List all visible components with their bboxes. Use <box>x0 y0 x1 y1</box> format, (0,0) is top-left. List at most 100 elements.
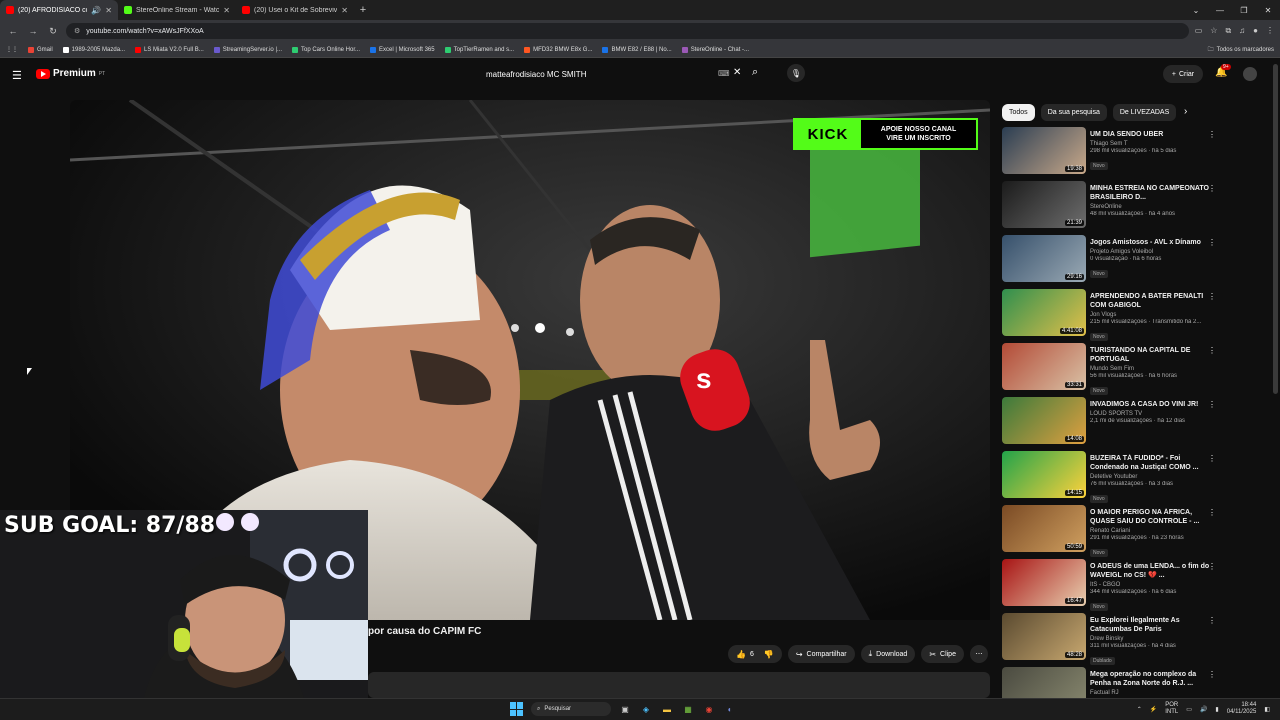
media-icon[interactable]: ♫ <box>1239 26 1245 36</box>
search-input[interactable]: matteafrodisiaco MC SMITH <box>478 64 748 84</box>
share-button[interactable]: ↪ Compartilhar <box>787 645 855 663</box>
clip-button[interactable]: ✂ Clipe <box>921 645 964 663</box>
browser-menu-icon[interactable]: ⋮ <box>1266 26 1274 36</box>
bookmark-item[interactable]: MFD32 BMW E8x G... <box>524 46 592 53</box>
task-view-icon[interactable]: ▣ <box>618 702 632 716</box>
video-thumbnail[interactable]: 16:47 <box>1002 559 1086 606</box>
video-menu-icon[interactable]: ⋮ <box>1208 400 1216 409</box>
chip-all[interactable]: Todos <box>1002 103 1035 121</box>
create-button[interactable]: + Criar <box>1163 65 1203 83</box>
video-menu-icon[interactable]: ⋮ <box>1208 238 1216 247</box>
tray-chevron-icon[interactable]: ⌃ <box>1137 706 1142 713</box>
cast-icon[interactable]: ▭ <box>1195 26 1203 36</box>
more-actions-icon[interactable]: ⋯ <box>969 645 988 663</box>
notification-center-icon[interactable]: ◧ <box>1264 706 1270 713</box>
close-tab-icon[interactable]: ✕ <box>341 6 348 15</box>
keyboard-icon[interactable]: ⌨ <box>718 69 730 78</box>
maximize-button[interactable]: ❐ <box>1232 0 1256 20</box>
chip-channel[interactable]: De LIVEZADAS <box>1112 103 1177 121</box>
recommended-video[interactable]: 29:16 Jogos Amistosos - AVL x Dínamo Proj… <box>1002 235 1216 289</box>
language-indicator[interactable]: POR INTL <box>1165 702 1178 716</box>
forward-icon[interactable]: → <box>26 24 40 38</box>
extensions-icon[interactable]: ⧉ <box>1225 26 1231 36</box>
taskbar-search[interactable]: ⌕ Pesquisar <box>531 702 611 716</box>
minimize-button[interactable]: — <box>1208 0 1232 20</box>
store-icon[interactable]: ▦ <box>681 702 695 716</box>
page-scrollbar[interactable] <box>1273 64 1278 394</box>
recommended-video[interactable]: 19:38 UM DIA SENDO UBER Thiago Sem T 298 m… <box>1002 127 1216 181</box>
apps-icon[interactable]: ⋮⋮ <box>6 46 18 53</box>
close-tab-icon[interactable]: ✕ <box>105 6 112 15</box>
file-explorer-icon[interactable]: ▬ <box>660 702 674 716</box>
hamburger-menu-icon[interactable]: ☰ <box>12 69 24 82</box>
like-dislike-button[interactable]: 👍 6 👎 <box>728 645 782 663</box>
recommended-video[interactable]: 14:08 INVADIMOS A CASA DO VINI JR! LOUD S… <box>1002 397 1216 451</box>
bookmark-star-icon[interactable]: ☆ <box>1210 26 1217 36</box>
recommended-video[interactable]: 14:15 BUZEIRA TÁ FUDIDO* - Foi Condenado… <box>1002 451 1216 505</box>
new-tab-button[interactable]: + <box>354 0 372 20</box>
bookmark-item[interactable]: LS Miata V2.0 Full B... <box>135 46 204 53</box>
video-thumbnail[interactable]: 4:41:08 <box>1002 289 1086 336</box>
windows-start-icon[interactable] <box>510 702 524 716</box>
search-icon[interactable]: ⌕ <box>752 66 758 79</box>
video-thumbnail[interactable]: 29:16 <box>1002 235 1086 282</box>
system-clock[interactable]: 18:44 04/11/2025 <box>1227 702 1257 716</box>
description-box[interactable] <box>368 672 990 698</box>
address-bar[interactable]: ⚙ youtube.com/watch?v=xAWsJFfXXoA <box>66 23 1189 39</box>
copilot-icon[interactable]: ◈ <box>639 702 653 716</box>
video-menu-icon[interactable]: ⋮ <box>1208 562 1216 571</box>
video-menu-icon[interactable]: ⋮ <box>1208 454 1216 463</box>
video-menu-icon[interactable]: ⋮ <box>1208 616 1216 625</box>
video-menu-icon[interactable]: ⋮ <box>1208 292 1216 301</box>
network-icon[interactable]: ▭ <box>1186 706 1192 713</box>
discord-icon[interactable]: ◐ <box>723 702 737 716</box>
profile-icon[interactable]: ● <box>1253 26 1258 36</box>
microphone-icon[interactable]: 🎙 <box>787 64 805 82</box>
chrome-icon[interactable]: ◉ <box>702 702 716 716</box>
video-thumbnail[interactable]: 33:31 <box>1002 343 1086 390</box>
bookmark-item[interactable]: Excel | Microsoft 365 <box>370 46 435 53</box>
recommended-video[interactable]: 48:28 Eu Explorei Ilegalmente As Catacum… <box>1002 613 1216 667</box>
bookmark-item[interactable]: BMW E82 / E88 | No... <box>602 46 672 53</box>
browser-tab[interactable]: (20) Usei o Kit de Sobrevivência ✕ <box>236 0 354 20</box>
bookmark-item[interactable]: 1989-2005 Mazda... <box>62 46 125 53</box>
recommended-video[interactable]: 21:39 MINHA ESTREIA NO CAMPEONATO BRASIL… <box>1002 181 1216 235</box>
video-thumbnail[interactable]: 50:59 <box>1002 505 1086 552</box>
video-menu-icon[interactable]: ⋮ <box>1208 130 1216 139</box>
bookmark-item[interactable]: StreamingServer.io |... <box>213 46 282 53</box>
download-button[interactable]: ⤓ Download <box>860 645 916 663</box>
video-thumbnail[interactable]: 21:39 <box>1002 181 1086 228</box>
speaker-icon[interactable]: 🔊 <box>91 6 101 15</box>
clear-search-icon[interactable]: ✕ <box>733 67 741 78</box>
tray-app-icon[interactable]: ⚡ <box>1150 706 1157 713</box>
recommended-video[interactable]: 4:41:08 APRENDENDO A BATER PENALTI COM G… <box>1002 289 1216 343</box>
browser-tab[interactable]: (20) AFRODISIACO confron 🔊 ✕ <box>0 0 118 20</box>
close-tab-icon[interactable]: ✕ <box>223 6 230 15</box>
bookmark-item[interactable]: Gmail <box>28 46 53 53</box>
video-menu-icon[interactable]: ⋮ <box>1208 508 1216 517</box>
bookmark-item[interactable]: StereOnline - Chat -... <box>681 46 749 53</box>
browser-tab[interactable]: StereOnline Stream - Watch Li ✕ <box>118 0 236 20</box>
chevron-right-icon[interactable]: › <box>1184 106 1187 117</box>
back-icon[interactable]: ← <box>6 24 20 38</box>
youtube-premium-logo[interactable]: Premium PT <box>36 68 105 79</box>
bookmark-item[interactable]: Top Cars Online Hor... <box>292 46 360 53</box>
volume-icon[interactable]: 🔊 <box>1200 706 1207 713</box>
video-thumbnail[interactable]: 19:38 <box>1002 127 1086 174</box>
video-menu-icon[interactable]: ⋮ <box>1208 346 1216 355</box>
close-window-button[interactable]: ✕ <box>1256 0 1280 20</box>
bookmark-item[interactable]: TopTierRamen and s... <box>444 46 514 53</box>
reload-icon[interactable]: ↻ <box>46 24 60 38</box>
video-thumbnail[interactable]: 48:28 <box>1002 613 1086 660</box>
site-info-icon[interactable]: ⚙ <box>74 27 80 35</box>
recommended-video[interactable]: 33:31 TURISTANDO NA CAPITAL DE PORTUGAL M… <box>1002 343 1216 397</box>
battery-icon[interactable]: ▮ <box>1215 706 1218 713</box>
video-menu-icon[interactable]: ⋮ <box>1208 670 1216 679</box>
tab-search-icon[interactable]: ⌄ <box>1184 0 1208 20</box>
recommended-video[interactable]: 16:47 O ADEUS de uma LENDA... o fim do W… <box>1002 559 1216 613</box>
account-avatar[interactable] <box>1243 67 1257 81</box>
video-thumbnail[interactable]: 14:08 <box>1002 397 1086 444</box>
chip-from-search[interactable]: Da sua pesquisa <box>1040 103 1107 121</box>
recommended-video[interactable]: 50:59 O MAIOR PERIGO NA ÁFRICA, QUASE SA… <box>1002 505 1216 559</box>
video-menu-icon[interactable]: ⋮ <box>1208 184 1216 193</box>
